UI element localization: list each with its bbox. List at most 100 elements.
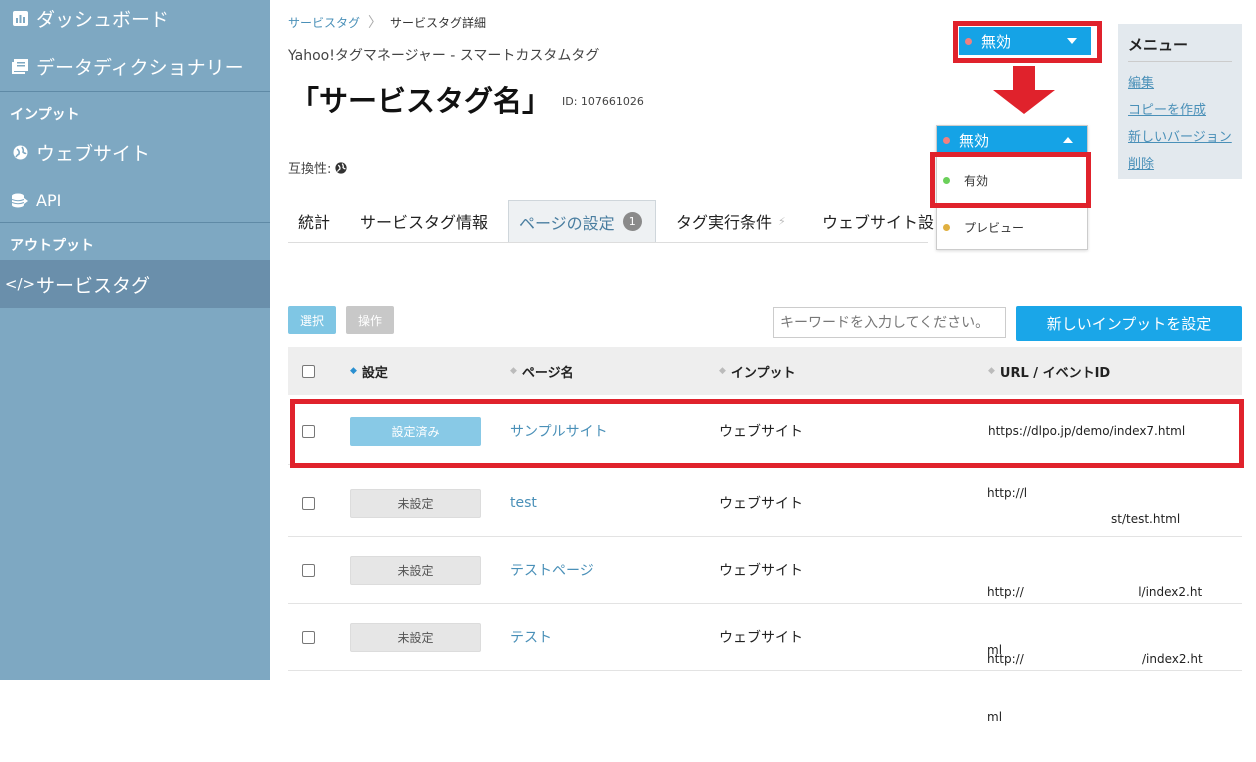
new-input-button[interactable]: 新しいインプットを設定 bbox=[1016, 306, 1242, 341]
status-dot-icon bbox=[943, 223, 950, 231]
url-cell: http:// /index2.ht ml bbox=[987, 604, 1203, 724]
divider bbox=[0, 222, 270, 223]
sidebar-item-api[interactable]: API bbox=[0, 186, 270, 214]
row-checkbox[interactable] bbox=[302, 470, 315, 536]
input-cell: ウェブサイト bbox=[719, 630, 803, 646]
tab-label: ウェブサイト設 bbox=[822, 213, 935, 232]
sidebar-heading-input: インプット bbox=[10, 107, 80, 123]
sidebar-item-label: ウェブサイト bbox=[36, 142, 151, 165]
highlight-box bbox=[953, 21, 1102, 63]
menu-title: メニュー bbox=[1128, 34, 1232, 62]
lightning-icon: ⚡ bbox=[778, 214, 786, 228]
tab-label: 統計 bbox=[298, 213, 331, 232]
tag-id: ID: 107661026 bbox=[562, 95, 644, 108]
search-input[interactable] bbox=[773, 307, 1006, 338]
column-header-label: インプット bbox=[730, 365, 796, 381]
page-title: 「サービスタグ名」 bbox=[290, 84, 552, 118]
url-cell: http://l st/test.html bbox=[987, 470, 1180, 536]
sidebar-item-service-tag[interactable]: </> サービスタグ bbox=[0, 260, 270, 308]
row-checkbox[interactable] bbox=[302, 604, 315, 670]
code-icon: </> bbox=[4, 275, 36, 293]
caret-up-icon bbox=[1063, 137, 1073, 143]
tab-service-tag-info[interactable]: サービスタグ情報 bbox=[360, 200, 488, 242]
sidebar-item-website[interactable]: ウェブサイト bbox=[0, 138, 270, 166]
globe-icon bbox=[10, 145, 30, 160]
status-dropdown-value: 無効 bbox=[959, 131, 990, 150]
status-badge[interactable]: 未設定 bbox=[350, 622, 481, 652]
tab-stats[interactable]: 統計 bbox=[298, 200, 330, 242]
tab-tag-conditions[interactable]: タグ実行条件 ⚡ bbox=[676, 200, 786, 242]
down-arrow-icon bbox=[1013, 66, 1035, 92]
breadcrumb-link-service-tag[interactable]: サービスタグ bbox=[288, 14, 360, 31]
table-header: ◆ 設定 ◆ ページ名 ◆ インプット ◆ URL / イベントID bbox=[288, 347, 1242, 395]
menu-item-delete[interactable]: 削除 bbox=[1128, 153, 1232, 172]
table-row: 未設定 テストページ ウェブサイト http:// l/index2.ht ml bbox=[288, 537, 1242, 657]
sidebar-heading-output: アウトプット bbox=[10, 238, 94, 254]
page-name-link[interactable]: test bbox=[510, 470, 537, 536]
sidebar: ダッシュボード データディクショナリー インプット ウェブサイト API アウト… bbox=[0, 0, 270, 680]
status-dropdown-toggle[interactable]: 無効 bbox=[937, 126, 1087, 154]
sidebar-item-dashboard[interactable]: ダッシュボード bbox=[0, 4, 270, 32]
url-line: st/test.html bbox=[1111, 512, 1181, 526]
status-badge[interactable]: 未設定 bbox=[350, 555, 481, 585]
menu-item-new-version[interactable]: 新しいバージョン bbox=[1128, 126, 1232, 145]
column-header-label: ページ名 bbox=[521, 365, 574, 381]
tab-website-settings[interactable]: ウェブサイト設 bbox=[822, 200, 934, 242]
chart-icon bbox=[10, 10, 30, 26]
sort-icon: ◆ bbox=[988, 365, 995, 376]
compatibility-label: 互換性: bbox=[288, 162, 332, 177]
down-arrow-icon bbox=[993, 90, 1055, 114]
highlight-box bbox=[930, 152, 1091, 208]
tab-label: ページの設定 bbox=[519, 213, 615, 233]
tab-bar: 統計 サービスタグ情報 ページの設定 1 タグ実行条件 ⚡ ウェブサイト設 bbox=[288, 200, 934, 242]
menu-item-copy[interactable]: コピーを作成 bbox=[1128, 99, 1232, 118]
url-cell: http:// l/index2.ht ml bbox=[987, 537, 1203, 657]
status-badge[interactable]: 未設定 bbox=[350, 488, 481, 518]
highlight-box bbox=[290, 399, 1244, 468]
select-all-checkbox[interactable] bbox=[302, 347, 315, 395]
sidebar-item-label: ダッシュボード bbox=[36, 8, 170, 31]
status-cell: 未設定 bbox=[350, 537, 481, 603]
tab-page-settings[interactable]: ページの設定 1 bbox=[508, 200, 656, 242]
database-icon bbox=[10, 193, 30, 208]
column-header-label: URL / イベントID bbox=[999, 365, 1111, 381]
book-icon bbox=[10, 58, 30, 74]
tab-label: サービスタグ情報 bbox=[360, 213, 489, 232]
page-name-link[interactable]: テストページ bbox=[510, 537, 594, 603]
breadcrumb: サービスタグ 〉 サービスタグ詳細 bbox=[288, 12, 486, 32]
side-menu: メニュー 編集 コピーを作成 新しいバージョン 削除 bbox=[1118, 24, 1242, 179]
divider bbox=[288, 242, 928, 243]
divider bbox=[0, 91, 270, 92]
status-dot-icon bbox=[943, 136, 950, 144]
url-line: http:// /index2.ht bbox=[987, 652, 1203, 666]
menu-item-edit[interactable]: 編集 bbox=[1128, 72, 1232, 91]
tab-label: タグ実行条件 bbox=[676, 213, 773, 232]
sidebar-item-label: サービスタグ bbox=[36, 274, 151, 297]
status-cell: 未設定 bbox=[350, 470, 481, 536]
column-header-url[interactable]: ◆ URL / イベントID bbox=[988, 347, 1110, 395]
table-row: 未設定 テスト ウェブサイト http:// /index2.ht ml bbox=[288, 604, 1242, 724]
sort-icon: ◆ bbox=[510, 365, 517, 376]
page-subtitle: Yahoo!タグマネージャー - スマートカスタムタグ bbox=[288, 48, 600, 64]
sidebar-item-data-dictionary[interactable]: データディクショナリー bbox=[0, 52, 270, 80]
breadcrumb-current: サービスタグ詳細 bbox=[390, 15, 487, 30]
url-line: http://l bbox=[987, 486, 1028, 500]
column-header-label: 設定 bbox=[361, 365, 388, 381]
url-line: http:// l/index2.ht bbox=[987, 585, 1203, 599]
column-header-page[interactable]: ◆ ページ名 bbox=[510, 347, 574, 395]
sidebar-item-label: データディクショナリー bbox=[36, 56, 244, 79]
dropdown-option-preview[interactable]: プレビュー bbox=[937, 209, 1087, 245]
row-checkbox[interactable] bbox=[302, 537, 315, 603]
input-cell: ウェブサイト bbox=[719, 563, 803, 579]
chevron-right-icon: 〉 bbox=[368, 15, 383, 31]
page-name-link[interactable]: テスト bbox=[510, 604, 552, 670]
table-row: 未設定 test ウェブサイト http://l st/test.html bbox=[288, 470, 1242, 537]
select-button[interactable]: 選択 bbox=[288, 306, 336, 334]
column-header-input[interactable]: ◆ インプット bbox=[719, 347, 796, 395]
action-button[interactable]: 操作 bbox=[346, 306, 394, 334]
column-header-status[interactable]: ◆ 設定 bbox=[350, 347, 388, 395]
status-cell: 未設定 bbox=[350, 604, 481, 670]
url-line: ml bbox=[987, 710, 1003, 724]
sidebar-item-label: API bbox=[36, 190, 62, 210]
option-label: プレビュー bbox=[964, 220, 1025, 235]
